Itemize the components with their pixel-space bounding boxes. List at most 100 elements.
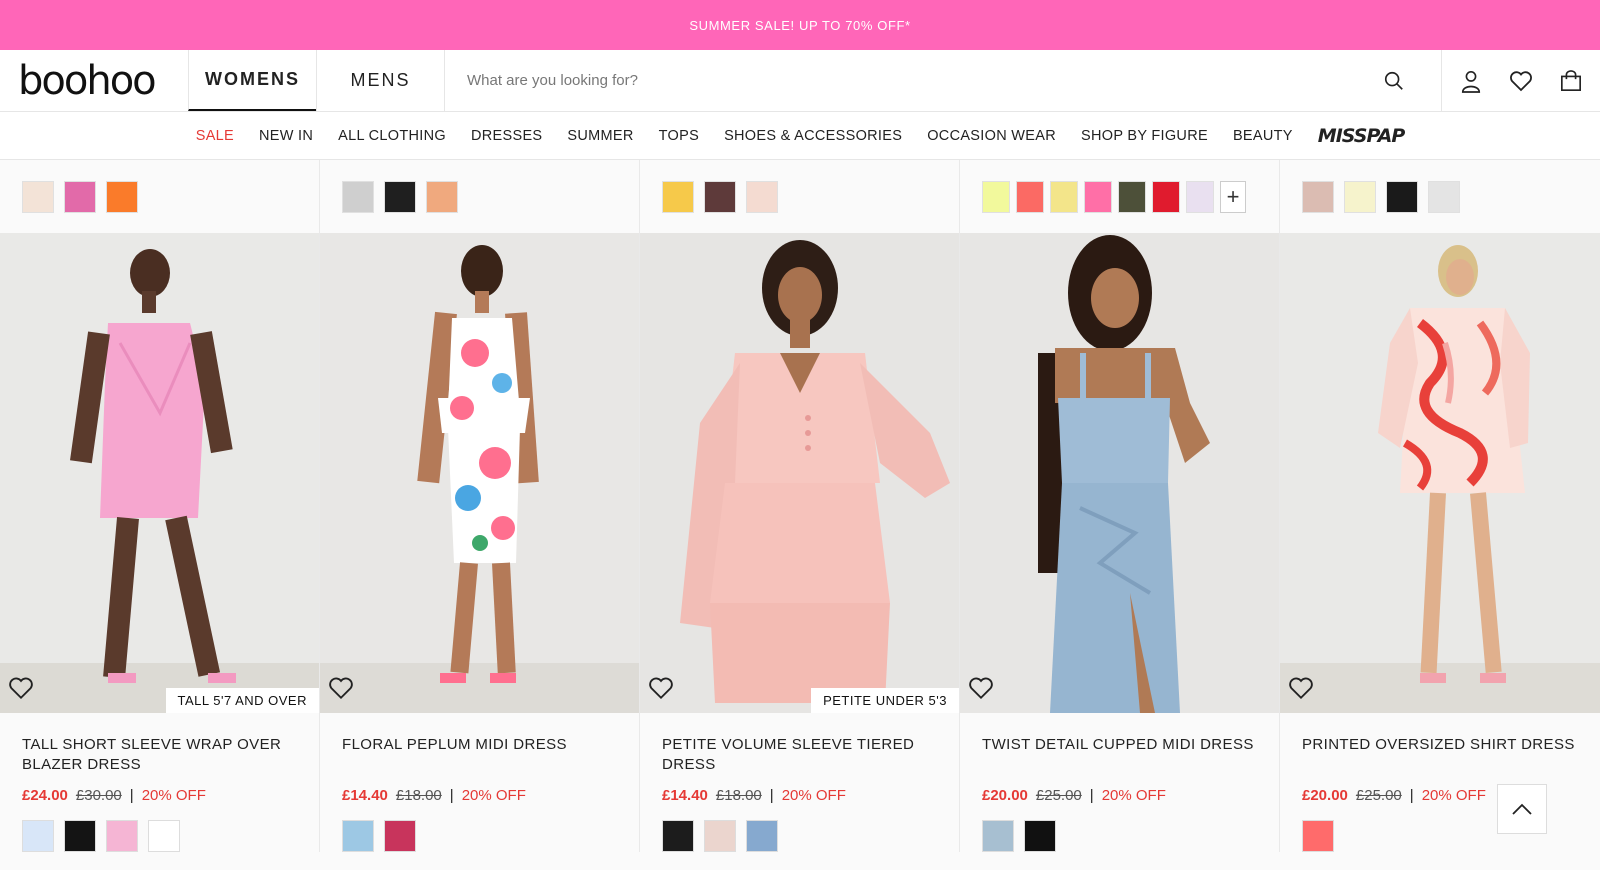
product-photo-tall-blazer-dress[interactable] [0,233,319,713]
color-swatch[interactable] [1344,180,1376,213]
nav-misspap-logo[interactable]: MISSPAP [1318,125,1405,147]
color-swatch[interactable] [1302,180,1334,213]
product-card: PRINTED OVERSIZED SHIRT DRESS £20.00 £25… [1280,160,1600,852]
color-swatch[interactable] [1050,180,1078,213]
color-swatch[interactable] [1152,180,1180,213]
price-separator: | [769,787,774,804]
color-swatch[interactable] [384,180,416,213]
product-image[interactable]: PETITE UNDER 5'3 [640,233,959,713]
wishlist-heart-icon[interactable] [8,675,34,701]
color-swatch[interactable] [342,180,374,213]
product-photo-twist-midi-dress[interactable] [960,233,1279,713]
tab-mens[interactable]: MENS [316,50,444,111]
discount-label: 20% OFF [461,787,526,804]
main-nav: SALE NEW IN ALL CLOTHING DRESSES SUMMER … [0,112,1600,160]
discount-label: 20% OFF [781,787,846,804]
color-swatch[interactable] [22,180,54,213]
product-image[interactable] [320,233,639,713]
wishlist-heart-icon[interactable] [968,675,994,701]
color-swatches [662,820,937,852]
sale-price: £24.00 [22,787,68,804]
color-swatch[interactable] [704,180,736,213]
product-title[interactable]: PRINTED OVERSIZED SHIRT DRESS [1302,735,1578,775]
color-swatch[interactable] [982,820,1014,852]
account-icon[interactable] [1446,69,1496,93]
bag-icon[interactable] [1546,69,1596,92]
color-swatch[interactable] [1024,820,1056,852]
color-swatch[interactable] [1118,180,1146,213]
nav-summer[interactable]: SUMMER [567,128,633,144]
product-photo-floral-peplum-dress[interactable] [320,233,639,713]
product-photo-printed-shirt-dress[interactable] [1280,233,1600,713]
nav-tops[interactable]: TOPS [659,128,699,144]
search-input[interactable] [467,72,1369,89]
product-card: + TWIST DETAIL CUPPED MIDI DRESS £20.00 … [960,160,1280,852]
nav-occasion-wear[interactable]: OCCASION WEAR [927,128,1056,144]
wishlist-heart-icon[interactable] [648,675,674,701]
product-photo-petite-tiered-dress[interactable] [640,233,959,713]
nav-shoes-accessories[interactable]: SHOES & ACCESSORIES [724,128,902,144]
product-title[interactable]: TALL SHORT SLEEVE WRAP OVER BLAZER DRESS [22,735,297,775]
color-swatch[interactable] [1186,180,1214,213]
original-price: £18.00 [715,787,762,804]
product-grid: TALL 5'7 AND OVER TALL SHORT SLEEVE WRAP… [0,160,1600,852]
product-title[interactable]: PETITE VOLUME SLEEVE TIERED DRESS [662,735,937,775]
color-swatch[interactable] [746,180,778,213]
product-title[interactable]: FLORAL PEPLUM MIDI DRESS [342,735,617,775]
color-swatch[interactable] [342,820,374,852]
color-swatch[interactable] [662,820,694,852]
logo[interactable]: boohoo [0,50,188,111]
color-swatch[interactable] [1302,820,1334,852]
top-swatch-row: + [960,160,1279,233]
promo-banner[interactable]: SUMMER SALE! UP TO 70% OFF* [0,0,1600,50]
header-icons [1441,50,1600,111]
color-swatch[interactable] [1428,180,1460,213]
product-card: TALL 5'7 AND OVER TALL SHORT SLEEVE WRAP… [0,160,320,852]
top-swatch-row [1280,160,1600,233]
color-swatch[interactable] [1084,180,1112,213]
product-title[interactable]: TWIST DETAIL CUPPED MIDI DRESS [982,735,1257,775]
product-card: FLORAL PEPLUM MIDI DRESS £14.40 £18.00 |… [320,160,640,852]
nav-all-clothing[interactable]: ALL CLOTHING [338,128,446,144]
wishlist-heart-icon[interactable] [1496,70,1546,92]
nav-beauty[interactable]: BEAUTY [1233,128,1293,144]
nav-sale[interactable]: SALE [196,128,234,144]
search-icon[interactable] [1369,70,1419,92]
promo-text[interactable]: SUMMER SALE! UP TO 70% OFF* [689,18,910,33]
color-swatch[interactable] [662,180,694,213]
top-swatch-row [320,160,639,233]
color-swatch[interactable] [1016,180,1044,213]
price-row: £24.00 £30.00 | 20% OFF [22,787,297,804]
color-swatch[interactable] [106,820,138,852]
wishlist-heart-icon[interactable] [1288,675,1314,701]
color-swatch[interactable] [22,820,54,852]
product-info: FLORAL PEPLUM MIDI DRESS £14.40 £18.00 |… [320,713,639,852]
color-swatches [342,820,617,852]
price-row: £20.00 £25.00 | 20% OFF [982,787,1257,804]
price-row: £14.40 £18.00 | 20% OFF [342,787,617,804]
color-swatch[interactable] [106,180,138,213]
sale-price: £14.40 [662,787,708,804]
product-image[interactable] [960,233,1279,713]
color-swatch[interactable] [64,180,96,213]
nav-dresses[interactable]: DRESSES [471,128,542,144]
discount-label: 20% OFF [1101,787,1166,804]
more-colors-button[interactable]: + [1220,180,1246,213]
tab-womens[interactable]: WOMENS [188,50,316,111]
color-swatch[interactable] [426,180,458,213]
product-info: TWIST DETAIL CUPPED MIDI DRESS £20.00 £2… [960,713,1279,852]
back-to-top-button[interactable] [1497,784,1547,834]
wishlist-heart-icon[interactable] [328,675,354,701]
product-image[interactable]: TALL 5'7 AND OVER [0,233,319,713]
price-separator: | [1409,787,1414,804]
nav-shop-by-figure[interactable]: SHOP BY FIGURE [1081,128,1208,144]
color-swatch[interactable] [64,820,96,852]
color-swatch[interactable] [384,820,416,852]
color-swatch[interactable] [982,180,1010,213]
color-swatch[interactable] [704,820,736,852]
color-swatch[interactable] [746,820,778,852]
product-image[interactable] [1280,233,1600,713]
color-swatch[interactable] [1386,180,1418,213]
color-swatch[interactable] [148,820,180,852]
nav-new-in[interactable]: NEW IN [259,128,313,144]
